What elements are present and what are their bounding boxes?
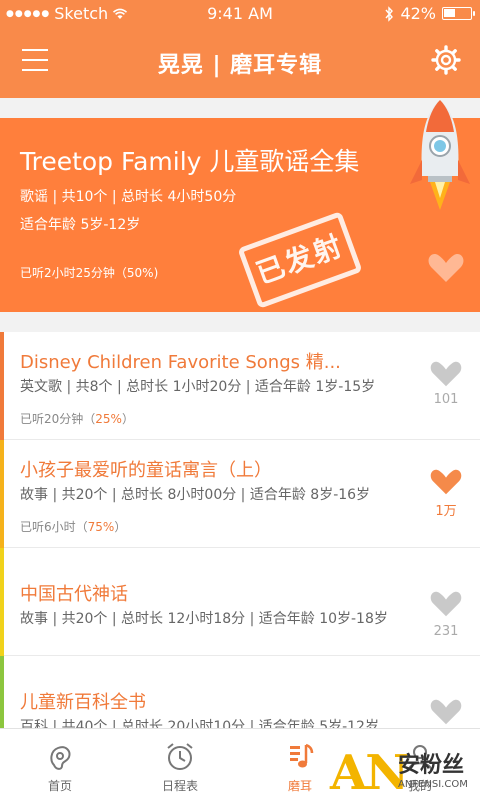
like-count: 1万 [435,504,457,519]
list-item[interactable]: Disney Children Favorite Songs 精... 英文歌 … [0,332,480,440]
battery-icon [442,7,475,20]
list-item[interactable]: 小孩子最爱听的童话寓言（上） 故事 | 共20个 | 总时长 8小时00分 | … [0,440,480,548]
tab-home[interactable]: 首页 [0,729,120,800]
item-accent-bar [0,656,4,728]
like-count: 231 [433,624,459,639]
alarm-clock-icon [167,743,193,770]
watermark-url: ANFENSI.COM [398,779,468,790]
tab-schedule[interactable]: 日程表 [120,729,240,800]
site-watermark: AN 安粉丝 ANFENSI.COM [330,745,480,800]
album-title: 儿童新百科全书 [20,692,146,713]
album-progress: 已听6小时（75%） [20,520,127,534]
album-meta: 故事 | 共20个 | 总时长 8小时00分 | 适合年龄 8岁-16岁 [20,487,371,503]
settings-button[interactable] [430,44,462,76]
music-note-icon [290,743,314,768]
like-button[interactable] [428,698,464,726]
list-item[interactable]: 儿童新百科全书 百科 | 共40个 | 总时长 20小时10分 | 适合年龄 5… [0,656,480,728]
page-title: 晃晃 | 磨耳专辑 [157,53,323,78]
like-count: 101 [433,392,459,407]
album-title: 小孩子最爱听的童话寓言（上） [20,460,272,481]
featured-progress: 已听2小时25分钟（50%) [20,266,159,280]
like-button[interactable] [428,360,464,388]
tab-label: 日程表 [161,779,198,793]
featured-age: 适合年龄 5岁-12岁 [20,217,141,233]
featured-title: Treetop Family 儿童歌谣全集 [20,147,360,176]
watermark-logo: AN [330,745,409,800]
item-accent-bar [0,548,4,656]
featured-meta: 歌谣 | 共10个 | 总时长 4小时50分 [20,189,237,205]
like-button[interactable] [428,590,464,618]
album-meta: 英文歌 | 共8个 | 总时长 1小时20分 | 适合年龄 1岁-15岁 [20,379,376,395]
heart-icon [430,699,462,725]
gear-icon [431,45,461,75]
album-meta: 百科 | 共40个 | 总时长 20小时10分 | 适合年龄 5岁-12岁 [20,719,379,728]
like-button[interactable] [428,468,464,496]
heart-icon [430,361,462,387]
album-title: 中国古代神话 [20,584,128,605]
heart-icon [430,591,462,617]
album-progress: 已听20分钟（25%） [20,412,134,426]
item-accent-bar [0,332,4,440]
tab-label: 首页 [47,779,72,793]
album-title: Disney Children Favorite Songs 精... [20,352,341,373]
status-bar: ●●●●● Sketch 9:41 AM 42% [0,0,480,27]
watermark-name: 安粉丝 [398,753,465,778]
item-accent-bar [0,440,4,548]
battery-percent: 42% [400,4,436,23]
featured-like-button[interactable] [426,252,466,284]
nav-bar: 晃晃 | 磨耳专辑 [0,27,480,98]
bluetooth-icon [385,5,394,22]
album-meta: 故事 | 共20个 | 总时长 12小时18分 | 适合年龄 10岁-18岁 [20,611,388,627]
list-item[interactable]: 中国古代神话 故事 | 共20个 | 总时长 12小时18分 | 适合年龄 10… [0,548,480,656]
launched-stamp: 已发射 [237,211,363,309]
ear-icon [50,746,71,770]
heart-icon [428,254,464,282]
heart-icon [430,469,462,495]
rocket-icon [410,100,470,210]
album-list: Disney Children Favorite Songs 精... 英文歌 … [0,332,480,728]
